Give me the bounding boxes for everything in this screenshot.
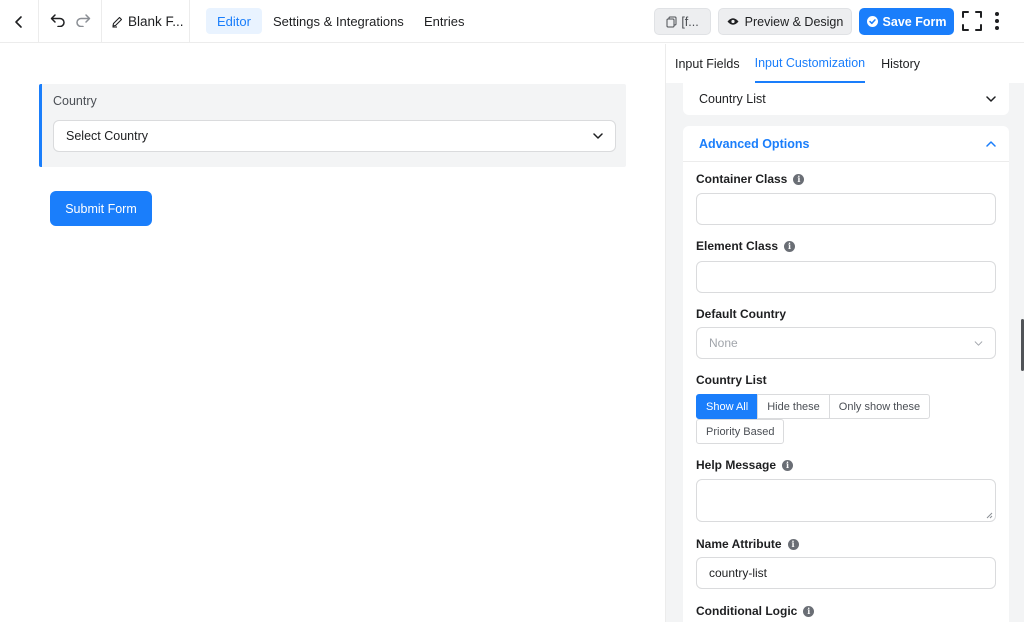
check-circle-icon (866, 16, 878, 27)
undo-redo-group (39, 0, 102, 43)
dot-icon (995, 26, 999, 30)
tab-editor[interactable]: Editor (206, 8, 262, 34)
country-field-label: Country (53, 94, 97, 108)
redo-icon (75, 14, 90, 28)
help-message-textarea[interactable] (696, 479, 996, 522)
eye-icon (727, 18, 739, 25)
country-list-section-title: Country List (699, 92, 766, 106)
country-list-section[interactable]: Country List (683, 83, 1009, 115)
copy-icon (666, 16, 677, 27)
info-icon[interactable]: i (782, 459, 794, 471)
undo-icon (50, 14, 65, 28)
country-list-options-row2: Priority Based (696, 419, 785, 444)
help-message-label: Help Message i (696, 458, 794, 472)
default-country-label-text: Default Country (696, 307, 786, 321)
preview-design-button[interactable]: Preview & Design (718, 8, 852, 35)
submit-form-button[interactable]: Submit Form (50, 191, 152, 226)
fullscreen-button[interactable] (962, 11, 982, 31)
tab-input-customization[interactable]: Input Customization (754, 44, 866, 83)
advanced-options-title: Advanced Options (699, 136, 810, 151)
info-icon[interactable]: i (787, 538, 799, 550)
element-class-label-text: Element Class (696, 239, 779, 253)
default-country-label: Default Country (696, 307, 786, 321)
country-list-label: Country List (696, 373, 767, 387)
save-form-button[interactable]: Save Form (859, 8, 954, 35)
form-title[interactable]: Blank F... (102, 0, 190, 43)
conditional-logic-label: Conditional Logic i (696, 604, 815, 618)
info-icon[interactable]: i (793, 173, 805, 185)
dot-icon (995, 19, 999, 23)
chevron-up-icon (986, 140, 996, 147)
element-class-label: Element Class i (696, 239, 796, 253)
default-country-select[interactable]: None (696, 327, 996, 359)
advanced-options-header[interactable]: Advanced Options (683, 126, 1009, 162)
panel-tabs: Input Fields Input Customization History (666, 44, 1024, 83)
dot-icon (995, 12, 999, 16)
container-class-label-text: Container Class (696, 172, 788, 186)
settings-panel: Input Fields Input Customization History… (665, 44, 1024, 622)
country-list-label-text: Country List (696, 373, 767, 387)
option-hide-these[interactable]: Hide these (757, 394, 830, 419)
more-options-button[interactable] (993, 11, 1001, 31)
shortcode-button[interactable]: [f... (654, 8, 711, 35)
name-attribute-label: Name Attribute i (696, 537, 799, 551)
name-attribute-input[interactable]: country-list (696, 557, 996, 589)
resize-handle-icon[interactable] (986, 512, 993, 519)
name-attribute-label-text: Name Attribute (696, 537, 782, 551)
tab-history[interactable]: History (881, 44, 920, 83)
chevron-down-icon (974, 340, 983, 346)
tab-entries[interactable]: Entries (413, 8, 475, 34)
conditional-logic-label-text: Conditional Logic (696, 604, 798, 618)
name-attribute-value: country-list (709, 566, 768, 580)
chevron-left-icon (15, 15, 22, 28)
country-select-value: Select Country (66, 129, 148, 143)
form-title-text: Blank F... (128, 14, 184, 29)
chevron-down-icon (986, 96, 996, 102)
redo-button[interactable] (75, 13, 91, 30)
option-only-show-these[interactable]: Only show these (828, 394, 931, 419)
preview-label: Preview & Design (744, 14, 844, 29)
info-icon[interactable]: i (784, 240, 796, 252)
shortcode-text: [f... (681, 14, 699, 29)
tab-input-fields[interactable]: Input Fields (675, 44, 740, 83)
help-message-label-text: Help Message (696, 458, 777, 472)
pencil-icon (112, 16, 123, 28)
country-select[interactable]: Select Country (53, 120, 616, 152)
tab-settings-integrations[interactable]: Settings & Integrations (262, 8, 415, 34)
container-class-label: Container Class i (696, 172, 805, 186)
top-bar: Blank F... Editor Settings & Integration… (0, 0, 1024, 43)
save-label: Save Form (882, 14, 947, 29)
form-canvas: Country Select Country Submit Form (0, 44, 665, 622)
chevron-down-icon (593, 133, 603, 139)
country-field-card[interactable]: Country Select Country (39, 84, 626, 167)
option-show-all[interactable]: Show All (696, 394, 759, 419)
back-button[interactable] (0, 0, 39, 43)
country-list-options: Show All Hide these Only show these (696, 394, 931, 419)
default-country-value: None (709, 336, 738, 350)
container-class-input[interactable] (696, 193, 996, 225)
option-priority-based[interactable]: Priority Based (696, 419, 785, 444)
fullscreen-icon (962, 11, 982, 31)
element-class-input[interactable] (696, 261, 996, 293)
info-icon[interactable]: i (803, 605, 815, 617)
undo-button[interactable] (50, 13, 66, 30)
advanced-options-section: Advanced Options Container Class i Eleme… (683, 126, 1009, 622)
